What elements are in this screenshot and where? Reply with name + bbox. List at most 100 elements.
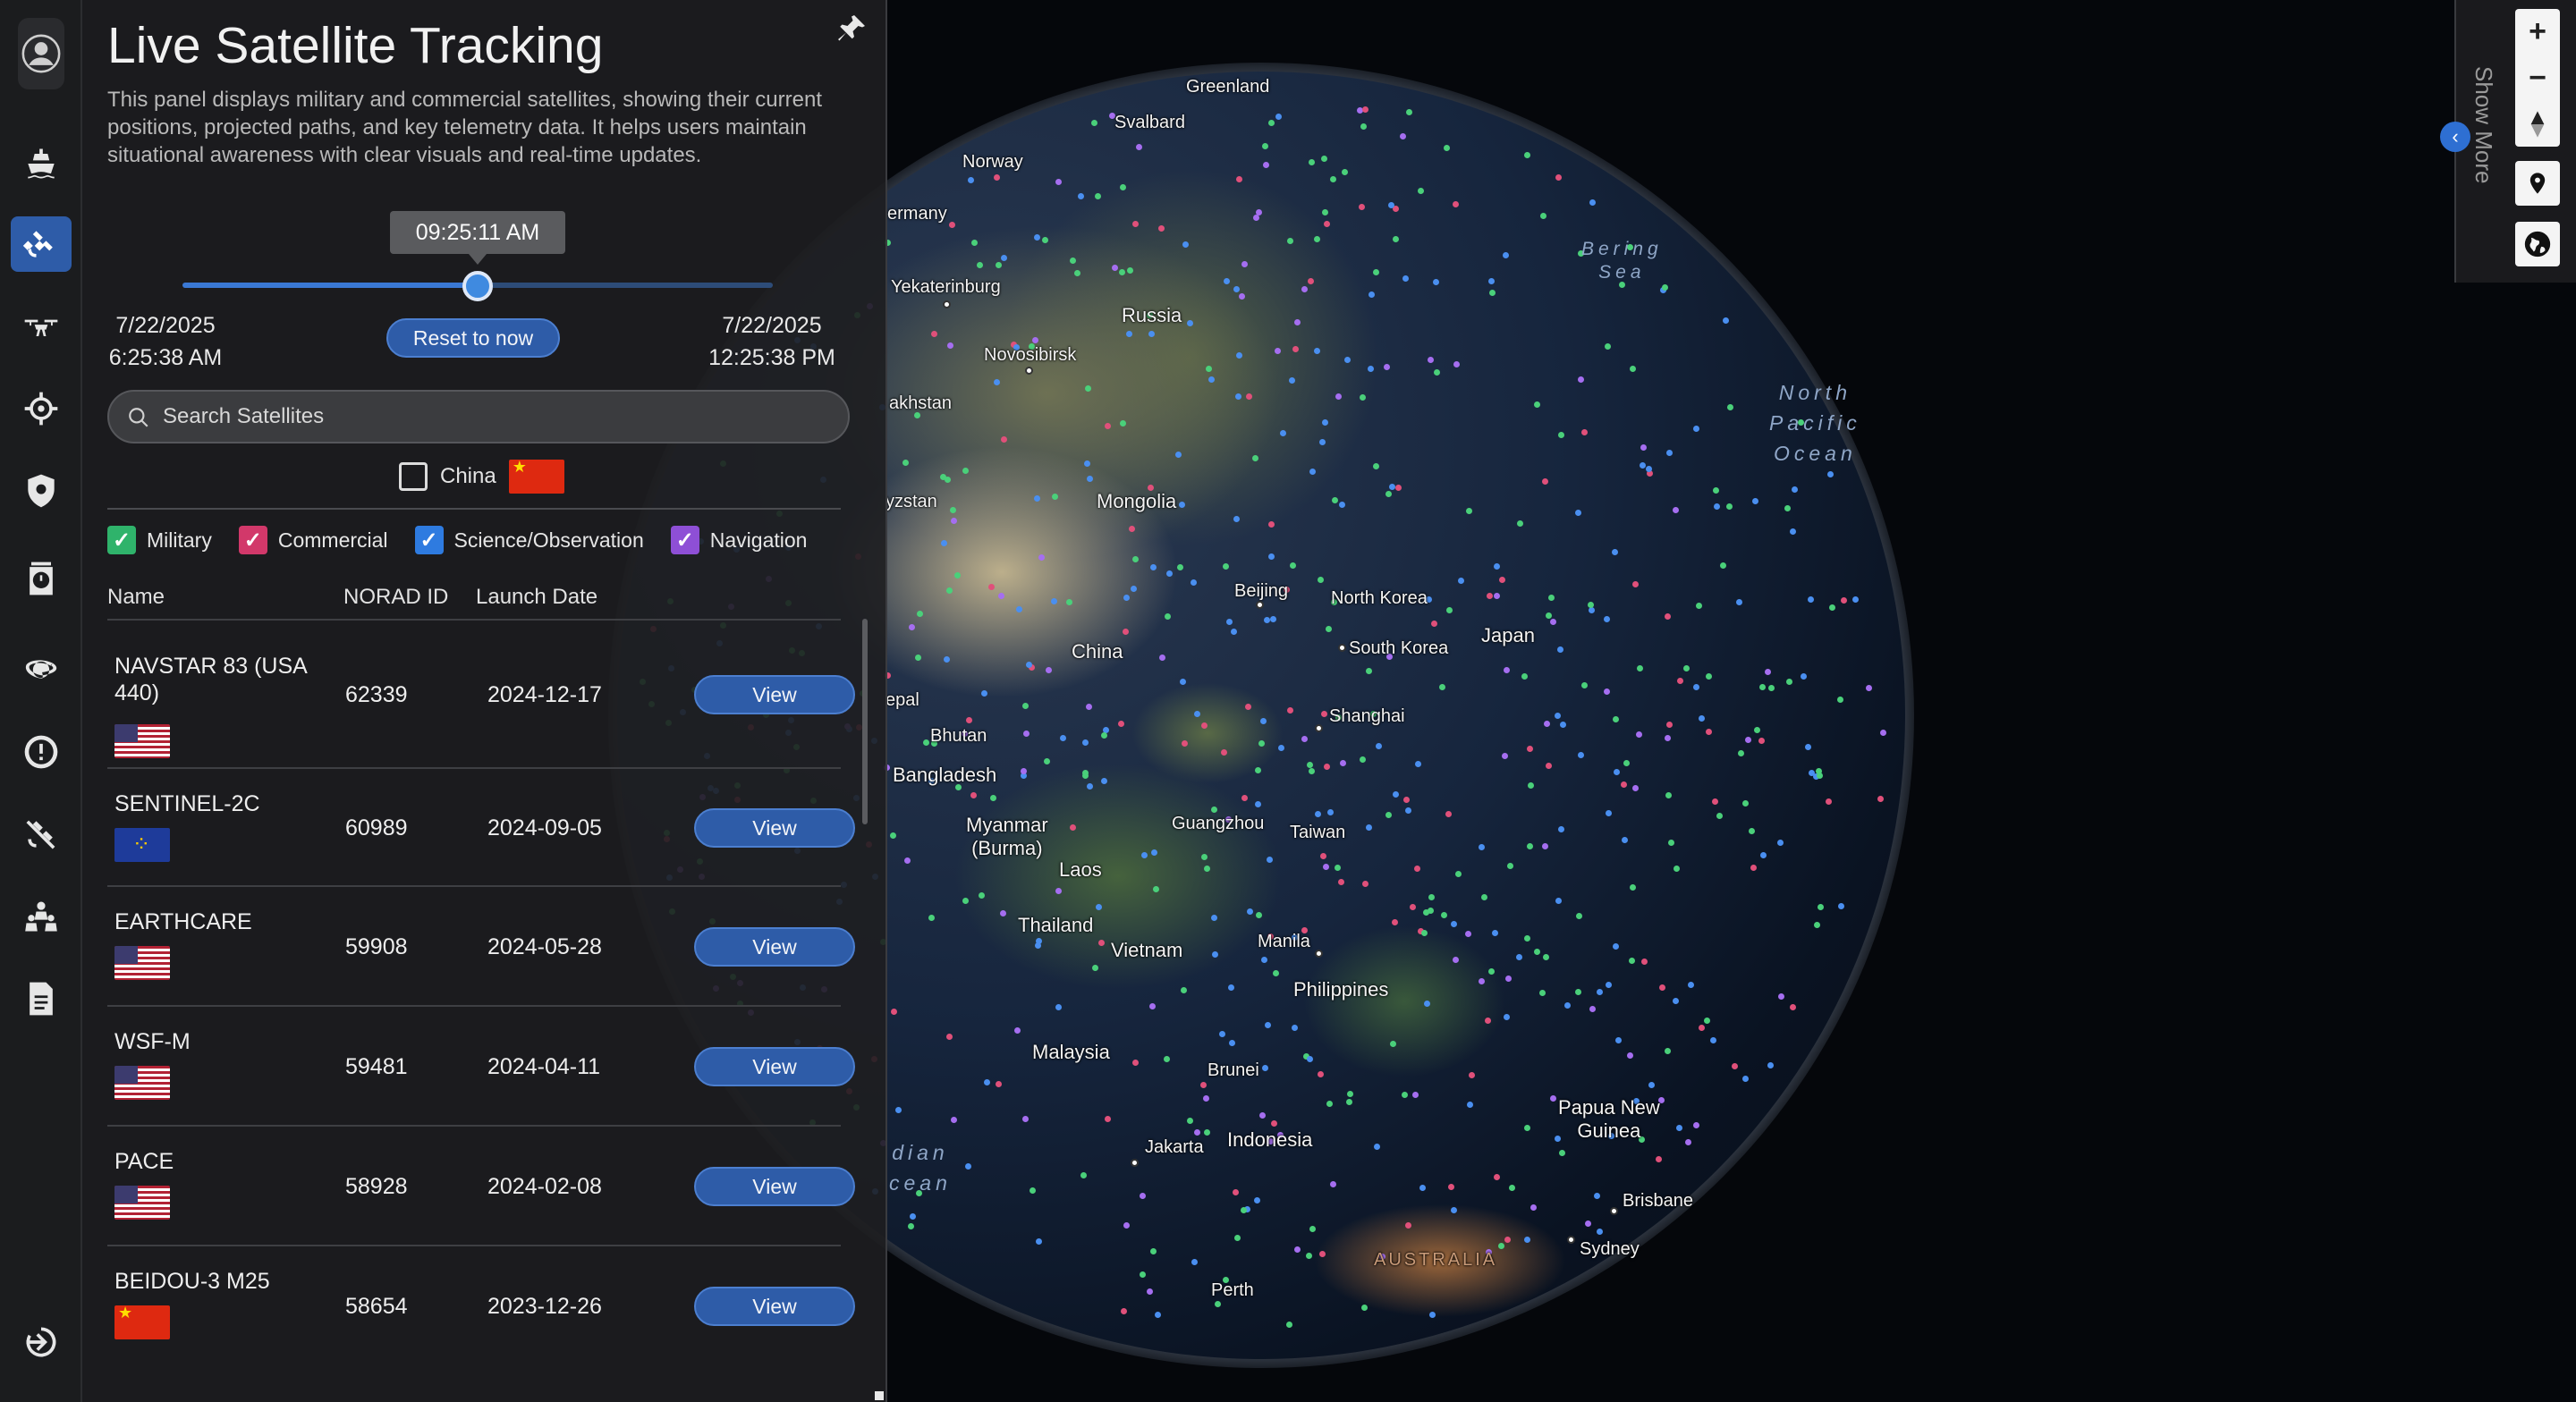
satellite-marker[interactable] [1758, 683, 1766, 690]
satellite-marker[interactable] [1365, 667, 1372, 674]
satellite-marker[interactable] [1547, 595, 1555, 601]
satellite-marker[interactable] [1078, 192, 1085, 199]
satellite-marker[interactable] [1308, 767, 1315, 774]
satellite-marker[interactable] [1791, 486, 1798, 494]
satellite-marker[interactable] [1478, 978, 1485, 985]
satellite-marker[interactable] [1712, 798, 1719, 805]
category-filter[interactable]: ✓ Military [107, 526, 212, 554]
satellite-marker[interactable] [1673, 506, 1680, 513]
satellite-marker[interactable] [1210, 914, 1217, 921]
satellite-marker[interactable] [1684, 1138, 1691, 1145]
satellite-marker[interactable] [1275, 114, 1283, 121]
satellite-marker[interactable] [1226, 619, 1233, 626]
view-button[interactable]: View [694, 675, 855, 714]
satellite-tracking-nav[interactable] [11, 216, 72, 272]
satellite-marker[interactable] [1555, 712, 1562, 719]
drone-tracking-nav[interactable] [11, 299, 72, 354]
satellite-marker[interactable] [1596, 1229, 1603, 1236]
satellite-marker[interactable] [1504, 666, 1511, 673]
satellite-marker[interactable] [1255, 208, 1262, 215]
satellite-marker[interactable] [970, 240, 978, 247]
satellite-marker[interactable] [962, 468, 969, 475]
target-nav[interactable] [11, 381, 72, 436]
satellite-marker[interactable] [1086, 704, 1093, 711]
satellite-off-nav[interactable] [11, 807, 72, 862]
satellite-marker[interactable] [1558, 432, 1565, 439]
satellite-marker[interactable] [1121, 1307, 1128, 1314]
satellite-marker[interactable] [1251, 455, 1258, 462]
satellite-marker[interactable] [1639, 461, 1646, 469]
satellite-marker[interactable] [1750, 864, 1758, 871]
satellite-marker[interactable] [1605, 343, 1612, 350]
user-avatar[interactable] [18, 18, 64, 89]
satellite-marker[interactable] [1130, 586, 1137, 593]
satellite-marker[interactable] [1119, 268, 1126, 275]
satellite-marker[interactable] [1149, 1002, 1157, 1009]
satellite-marker[interactable] [1294, 1246, 1301, 1253]
satellite-marker[interactable] [1817, 773, 1824, 780]
satellite-marker[interactable] [1374, 1144, 1381, 1151]
china-checkbox[interactable] [399, 462, 428, 491]
satellite-marker[interactable] [1661, 283, 1668, 291]
satellite-marker[interactable] [1559, 722, 1566, 729]
satellite-marker[interactable] [990, 794, 997, 801]
satellite-marker[interactable] [910, 1212, 917, 1220]
satellite-marker[interactable] [1344, 356, 1351, 363]
satellite-marker[interactable] [1418, 188, 1425, 195]
satellite-marker[interactable] [1852, 595, 1859, 603]
satellite-marker[interactable] [1705, 672, 1712, 680]
satellite-marker[interactable] [1322, 208, 1329, 215]
satellite-marker[interactable] [1246, 393, 1253, 401]
satellite-marker[interactable] [902, 460, 910, 467]
satellite-marker[interactable] [1523, 151, 1530, 158]
satellite-marker[interactable] [1673, 998, 1680, 1005]
satellite-marker[interactable] [1181, 740, 1188, 747]
satellite-marker[interactable] [1632, 784, 1640, 791]
satellite-marker[interactable] [1373, 463, 1380, 470]
satellite-marker[interactable] [1241, 261, 1249, 268]
satellite-marker[interactable] [1174, 451, 1182, 458]
satellite-marker[interactable] [1286, 706, 1293, 714]
satellite-marker[interactable] [1556, 646, 1563, 653]
satellite-marker[interactable] [1479, 843, 1486, 850]
satellite-marker[interactable] [1713, 487, 1720, 494]
view-button[interactable]: View [694, 927, 855, 967]
satellite-marker[interactable] [1695, 602, 1702, 609]
satellite-marker[interactable] [1534, 401, 1541, 409]
satellite-marker[interactable] [1777, 839, 1784, 846]
satellite-marker[interactable] [1231, 629, 1238, 636]
satellite-marker[interactable] [1578, 376, 1585, 384]
satellite-marker[interactable] [1596, 989, 1603, 996]
satellite-marker[interactable] [1191, 1258, 1198, 1265]
satellite-marker[interactable] [1424, 1001, 1431, 1008]
satellite-marker[interactable] [1524, 1236, 1531, 1243]
globe-view-button[interactable] [2515, 222, 2560, 266]
satellite-marker[interactable] [1268, 553, 1275, 561]
satellite-marker[interactable] [1611, 548, 1618, 555]
satellite-marker[interactable] [1524, 1125, 1531, 1131]
satellite-marker[interactable] [1044, 757, 1051, 764]
satellite-marker[interactable] [997, 592, 1004, 599]
reset-to-now-button[interactable]: Reset to now [386, 318, 560, 358]
satellite-marker[interactable] [962, 898, 970, 905]
satellite-marker[interactable] [1392, 790, 1399, 798]
satellite-marker[interactable] [1613, 769, 1620, 776]
satellite-marker[interactable] [1494, 562, 1501, 570]
satellite-marker[interactable] [1402, 797, 1410, 804]
satellite-marker[interactable] [1034, 495, 1041, 503]
satellite-marker[interactable] [1131, 555, 1139, 562]
satellite-marker[interactable] [949, 222, 956, 229]
show-more-label[interactable]: Show More [2470, 66, 2497, 245]
satellite-marker[interactable] [1390, 1041, 1397, 1048]
satellite-marker[interactable] [1524, 935, 1530, 942]
satellite-marker[interactable] [1261, 957, 1268, 964]
satellite-marker[interactable] [1187, 319, 1194, 326]
satellite-marker[interactable] [1323, 763, 1330, 770]
satellite-marker[interactable] [1555, 897, 1562, 904]
category-checkbox[interactable]: ✓ [670, 526, 699, 554]
satellite-marker[interactable] [1082, 739, 1089, 747]
satellite-marker[interactable] [1365, 823, 1372, 831]
satellite-marker[interactable] [895, 1107, 902, 1114]
satellite-marker[interactable] [1126, 331, 1133, 338]
zoom-out-button[interactable]: − [2515, 55, 2560, 100]
